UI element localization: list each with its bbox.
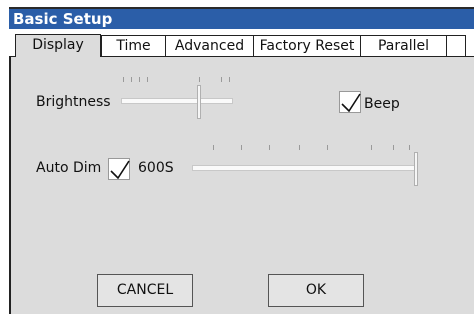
auto-dim-slider-thumb[interactable] — [414, 152, 418, 186]
auto-dim-checkbox[interactable] — [108, 158, 130, 180]
cancel-button[interactable]: CANCEL — [97, 274, 193, 307]
checkmark-icon — [341, 93, 361, 113]
beep-checkbox[interactable] — [339, 91, 361, 113]
brightness-slider[interactable] — [121, 83, 233, 121]
tab-parallel[interactable]: Parallel — [360, 35, 446, 57]
tab-display[interactable]: Display — [15, 34, 101, 58]
auto-dim-slider[interactable] — [192, 149, 418, 187]
auto-dim-label: Auto Dim — [36, 160, 102, 176]
tab-bar: Display Time Advanced Factory Reset Para… — [9, 29, 474, 58]
title-bar: Basic Setup — [9, 7, 474, 29]
auto-dim-slider-track — [192, 165, 418, 171]
beep-label: Beep — [364, 96, 400, 112]
tab-advanced[interactable]: Advanced — [165, 35, 253, 57]
basic-setup-window: Basic Setup Display Time Advanced Factor… — [0, 0, 474, 314]
display-panel: Brightness Beep Auto Dim 600S CANCEL OK — [9, 57, 474, 314]
checkmark-icon — [110, 160, 130, 180]
brightness-slider-thumb[interactable] — [197, 85, 201, 119]
tab-time[interactable]: Time — [101, 35, 165, 57]
window-title: Basic Setup — [13, 10, 113, 28]
tab-factory-reset[interactable]: Factory Reset — [253, 35, 360, 57]
tab-empty — [446, 35, 466, 57]
brightness-slider-track — [121, 98, 233, 104]
auto-dim-value: 600S — [138, 160, 174, 176]
brightness-label: Brightness — [36, 94, 111, 110]
ok-button[interactable]: OK — [268, 274, 364, 307]
